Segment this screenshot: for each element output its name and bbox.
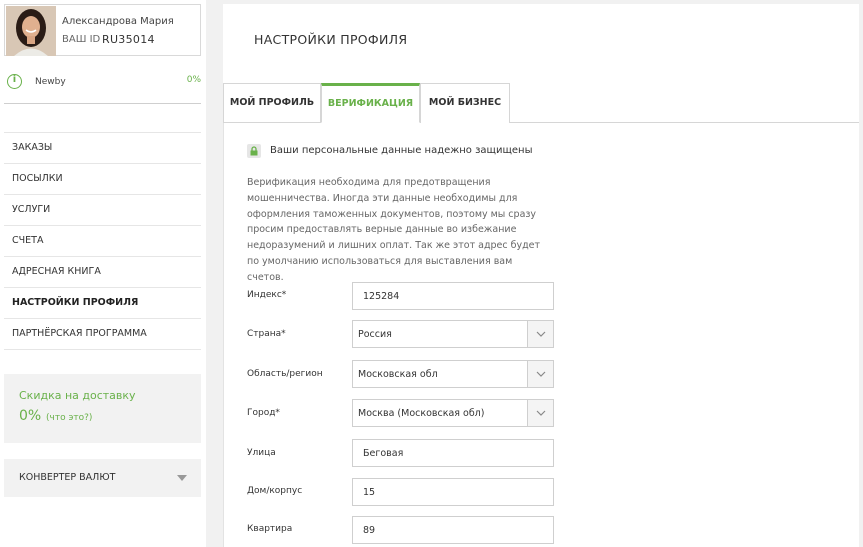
sidebar-item-partner-program[interactable]: ПАРТНЁРСКАЯ ПРОГРАММА	[4, 319, 201, 350]
country-select[interactable]: Россия	[352, 320, 554, 348]
tab-my-profile[interactable]: МОЙ ПРОФИЛЬ	[223, 83, 321, 123]
discount-box: Скидка на доставку 0% (что это?)	[4, 374, 201, 443]
region-label: Область/регион	[247, 369, 323, 379]
discount-value: 0%	[19, 408, 42, 424]
sidebar-item-orders[interactable]: ЗАКАЗЫ	[4, 133, 201, 164]
index-label: Индекс*	[247, 290, 287, 300]
verification-description: Верификация необходима для предотвращени…	[247, 177, 541, 283]
street-label: Улица	[247, 448, 276, 458]
currency-converter-toggle[interactable]: КОНВЕРТЕР ВАЛЮТ	[4, 459, 201, 497]
converter-label: КОНВЕРТЕР ВАЛЮТ	[19, 472, 116, 483]
country-dropdown-button[interactable]	[527, 321, 553, 347]
chevron-down-icon	[536, 410, 546, 416]
discount-title: Скидка на доставку	[19, 389, 136, 402]
city-value: Москва (Московская обл)	[358, 408, 485, 419]
chevron-down-icon	[536, 331, 546, 337]
sidebar-item-services[interactable]: УСЛУГИ	[4, 195, 201, 226]
user-id-label: ВАШ ID	[62, 34, 101, 45]
level-name: Newby	[35, 77, 66, 87]
country-label: Страна*	[247, 329, 286, 339]
level-progress: 0%	[186, 75, 201, 85]
city-dropdown-button[interactable]	[527, 400, 553, 426]
user-id-value: RU35014	[102, 33, 155, 46]
city-select[interactable]: Москва (Московская обл)	[352, 399, 554, 427]
house-value: 15	[363, 487, 376, 498]
discount-info-link[interactable]: (что это?)	[46, 413, 92, 423]
region-select[interactable]: Московская обл	[352, 360, 554, 388]
sidebar: Александрова Мария ВАШ ID RU35014 i Newb…	[0, 0, 206, 547]
index-field[interactable]: 125284	[352, 282, 554, 310]
sidebar-item-invoices[interactable]: СЧЕТА	[4, 226, 201, 257]
secure-notice-text: Ваши персональные данные надежно защищен…	[270, 145, 533, 156]
apartment-label: Квартира	[247, 524, 293, 534]
apartment-field[interactable]: 89	[352, 516, 554, 544]
lock-icon	[247, 144, 261, 158]
country-value: Россия	[358, 329, 392, 340]
street-value: Беговая	[363, 448, 404, 459]
info-icon[interactable]: i	[7, 74, 22, 89]
sidebar-item-address-book[interactable]: АДРЕСНАЯ КНИГА	[4, 257, 201, 288]
apartment-value: 89	[363, 525, 376, 536]
sidebar-item-parcels[interactable]: ПОСЫЛКИ	[4, 164, 201, 195]
chevron-down-icon	[177, 475, 187, 481]
city-label: Город*	[247, 408, 280, 418]
user-name: Александрова Мария	[62, 16, 174, 27]
tab-my-business[interactable]: МОЙ БИЗНЕС	[420, 83, 510, 123]
user-card[interactable]: Александрова Мария ВАШ ID RU35014	[4, 4, 201, 56]
index-value: 125284	[363, 291, 400, 302]
page-title: НАСТРОЙКИ ПРОФИЛЯ	[254, 32, 408, 47]
tab-verification[interactable]: ВЕРИФИКАЦИЯ	[321, 83, 420, 123]
sidebar-item-profile-settings[interactable]: НАСТРОЙКИ ПРОФИЛЯ	[4, 288, 201, 319]
chevron-down-icon	[536, 371, 546, 377]
region-dropdown-button[interactable]	[527, 361, 553, 387]
house-label: Дом/корпус	[247, 486, 303, 496]
avatar[interactable]	[6, 6, 56, 56]
street-field[interactable]: Беговая	[352, 439, 554, 467]
level-row: i Newby 0%	[4, 70, 201, 104]
house-field[interactable]: 15	[352, 478, 554, 506]
sidebar-menu: ЗАКАЗЫ ПОСЫЛКИ УСЛУГИ СЧЕТА АДРЕСНАЯ КНИ…	[4, 132, 201, 350]
region-value: Московская обл	[358, 369, 438, 380]
